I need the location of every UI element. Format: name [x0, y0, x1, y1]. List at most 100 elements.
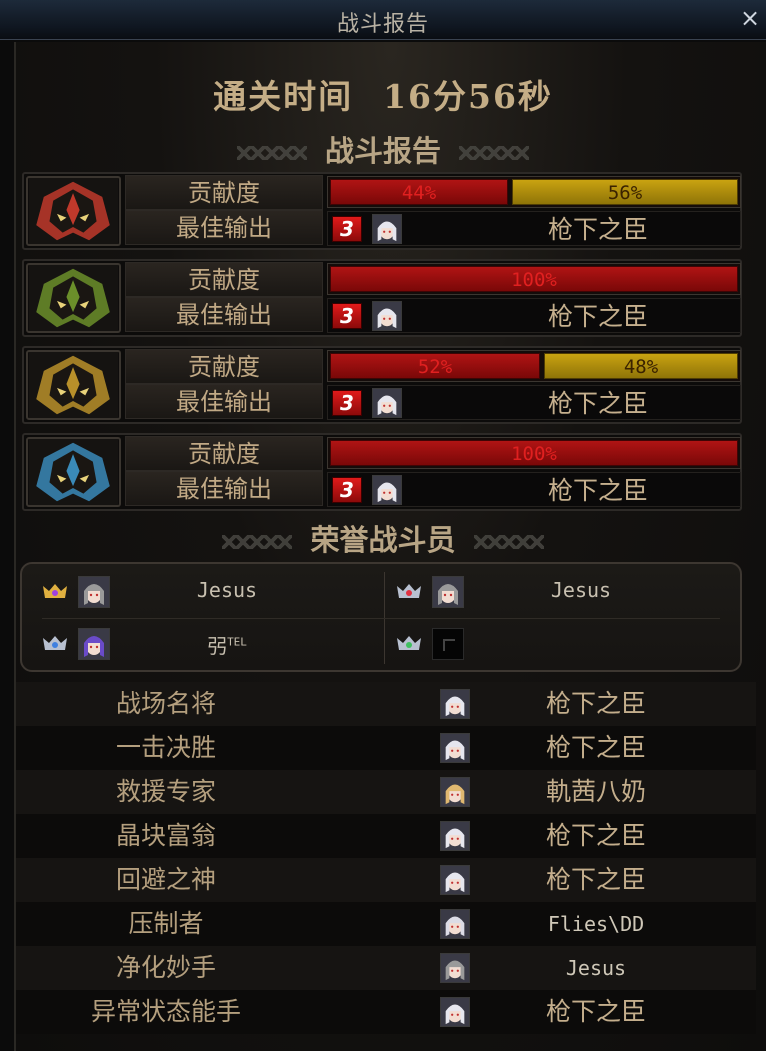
player-avatar[interactable]: [440, 689, 470, 719]
contribution-bar: 52% 48%: [327, 350, 741, 382]
award-player-name: Flies\DD: [547, 912, 645, 936]
best-player-name: 枪下之臣: [547, 302, 648, 331]
award-player-name: 枪下之臣: [545, 821, 646, 850]
player-avatar[interactable]: [78, 576, 110, 608]
team-emblem-icon: [26, 263, 121, 333]
player-avatar[interactable]: [440, 909, 470, 939]
player-avatar[interactable]: [440, 821, 470, 851]
honor-fighter[interactable]: Jesus: [396, 570, 736, 616]
award-row: 异常状态能手 枪下之臣: [16, 990, 756, 1034]
best-output: 3 枪下之臣: [327, 298, 741, 333]
player-avatar[interactable]: [440, 953, 470, 983]
ornament-icon: [236, 146, 307, 160]
contribution-bar: 44% 56%: [327, 176, 741, 208]
honor-fighter[interactable]: [396, 622, 736, 668]
award-player-name: 軌茜八奶: [545, 777, 646, 806]
ornament-icon: [473, 535, 544, 549]
section-honor-fighters: 荣誉战斗员: [0, 517, 766, 557]
clear-time-value: 16分56秒: [383, 77, 553, 116]
best-output: 3 枪下之臣: [327, 472, 741, 507]
section-title: 战斗报告: [324, 134, 441, 168]
rank-badge-icon: 3: [332, 303, 362, 329]
clear-time-label: 通关时间: [213, 77, 354, 116]
player-avatar[interactable]: [440, 777, 470, 807]
honor-player-name-text: Jesus: [550, 578, 612, 602]
empty-slot-icon: [432, 628, 464, 660]
award-title: 救援专家: [115, 777, 216, 806]
award-player-name: 枪下之臣: [545, 997, 646, 1026]
rank-badge-icon: 3: [332, 477, 362, 503]
honor-player-name: Jesus: [476, 578, 686, 602]
close-icon[interactable]: ×: [738, 4, 762, 32]
team-emblem-icon: [26, 350, 121, 420]
award-title: 战场名将: [115, 689, 216, 718]
honor-player-name-text: Jesus: [196, 578, 258, 602]
award-row: 回避之神 枪下之臣: [16, 858, 756, 902]
award-title: 回避之神: [115, 865, 216, 894]
clear-time: 通关时间 16分56秒: [0, 70, 766, 118]
honor-fighter[interactable]: 弜TEL: [42, 622, 382, 668]
best-output: 3 枪下之臣: [327, 211, 741, 246]
section-battle-report: 战斗报告: [0, 128, 766, 168]
award-list: 战场名将 枪下之臣 一击决胜 枪下之臣 救援专家 軌茜八奶 晶块富翁 枪下之臣 回避之神 枪下之臣…: [16, 682, 756, 1034]
award-row: 净化妙手 Jesus: [16, 946, 756, 990]
section-title: 荣誉战斗员: [310, 523, 456, 557]
best-output-label: 最佳输出: [125, 471, 323, 506]
player-avatar[interactable]: [372, 388, 402, 418]
best-output-label: 最佳输出: [125, 297, 323, 332]
crown-icon: [396, 634, 422, 652]
award-row: 一击决胜 枪下之臣: [16, 726, 756, 770]
honor-player-name: 弜TEL: [122, 630, 332, 659]
rank-badge-icon: 3: [332, 390, 362, 416]
honor-player-name-text: 弜: [207, 634, 228, 658]
award-row: 战场名将 枪下之臣: [16, 682, 756, 726]
player-avatar[interactable]: [372, 214, 402, 244]
award-title: 一击决胜: [115, 733, 216, 762]
team-row: 贡献度 最佳输出 44% 56% 3 枪下之臣: [22, 172, 742, 250]
contribution-segment: 44%: [330, 179, 508, 205]
player-avatar[interactable]: [372, 301, 402, 331]
player-avatar[interactable]: [440, 733, 470, 763]
best-output-label: 最佳输出: [125, 210, 323, 245]
award-row: 压制者 Flies\DD: [16, 902, 756, 946]
award-row: 晶块富翁 枪下之臣: [16, 814, 756, 858]
player-avatar[interactable]: [372, 475, 402, 505]
team-emblem-icon: [26, 437, 121, 507]
player-avatar[interactable]: [440, 865, 470, 895]
best-output: 3 枪下之臣: [327, 385, 741, 420]
best-player-name: 枪下之臣: [547, 476, 648, 505]
crown-icon: [42, 634, 68, 652]
contribution-segment: 56%: [512, 179, 738, 205]
award-title: 压制者: [128, 909, 204, 938]
contribution-bar: 100%: [327, 263, 741, 295]
contribution-bar: 100%: [327, 437, 741, 469]
rank-badge-icon: 3: [332, 216, 362, 242]
contribution-segment: 52%: [330, 353, 540, 379]
contribution-label: 贡献度: [125, 436, 323, 471]
award-player-name: 枪下之臣: [545, 865, 646, 894]
team-row: 贡献度 最佳输出 100% 3 枪下之臣: [22, 433, 742, 511]
window-title: 战斗报告: [336, 12, 429, 37]
crown-icon: [42, 582, 68, 600]
award-title: 异常状态能手: [90, 997, 241, 1026]
honor-player-name: Jesus: [122, 578, 332, 602]
award-row: 救援专家 軌茜八奶: [16, 770, 756, 814]
player-avatar[interactable]: [432, 576, 464, 608]
player-avatar[interactable]: [440, 997, 470, 1027]
team-row: 贡献度 最佳输出 100% 3 枪下之臣: [22, 259, 742, 337]
award-player-name: Jesus: [565, 956, 627, 980]
contribution-segment: 100%: [330, 440, 738, 466]
contribution-segment: 100%: [330, 266, 738, 292]
contribution-segment: 48%: [544, 353, 738, 379]
honor-fighters-box: Jesus Jesus 弜TEL: [20, 562, 742, 672]
contribution-label: 贡献度: [125, 349, 323, 384]
best-player-name: 枪下之臣: [547, 389, 648, 418]
contribution-label: 贡献度: [125, 175, 323, 210]
contribution-label: 贡献度: [125, 262, 323, 297]
team-emblem-icon: [26, 176, 121, 246]
best-output-label: 最佳输出: [125, 384, 323, 419]
player-avatar[interactable]: [78, 628, 110, 660]
best-player-name: 枪下之臣: [547, 215, 648, 244]
award-player-name: 枪下之臣: [545, 689, 646, 718]
honor-fighter[interactable]: Jesus: [42, 570, 382, 616]
